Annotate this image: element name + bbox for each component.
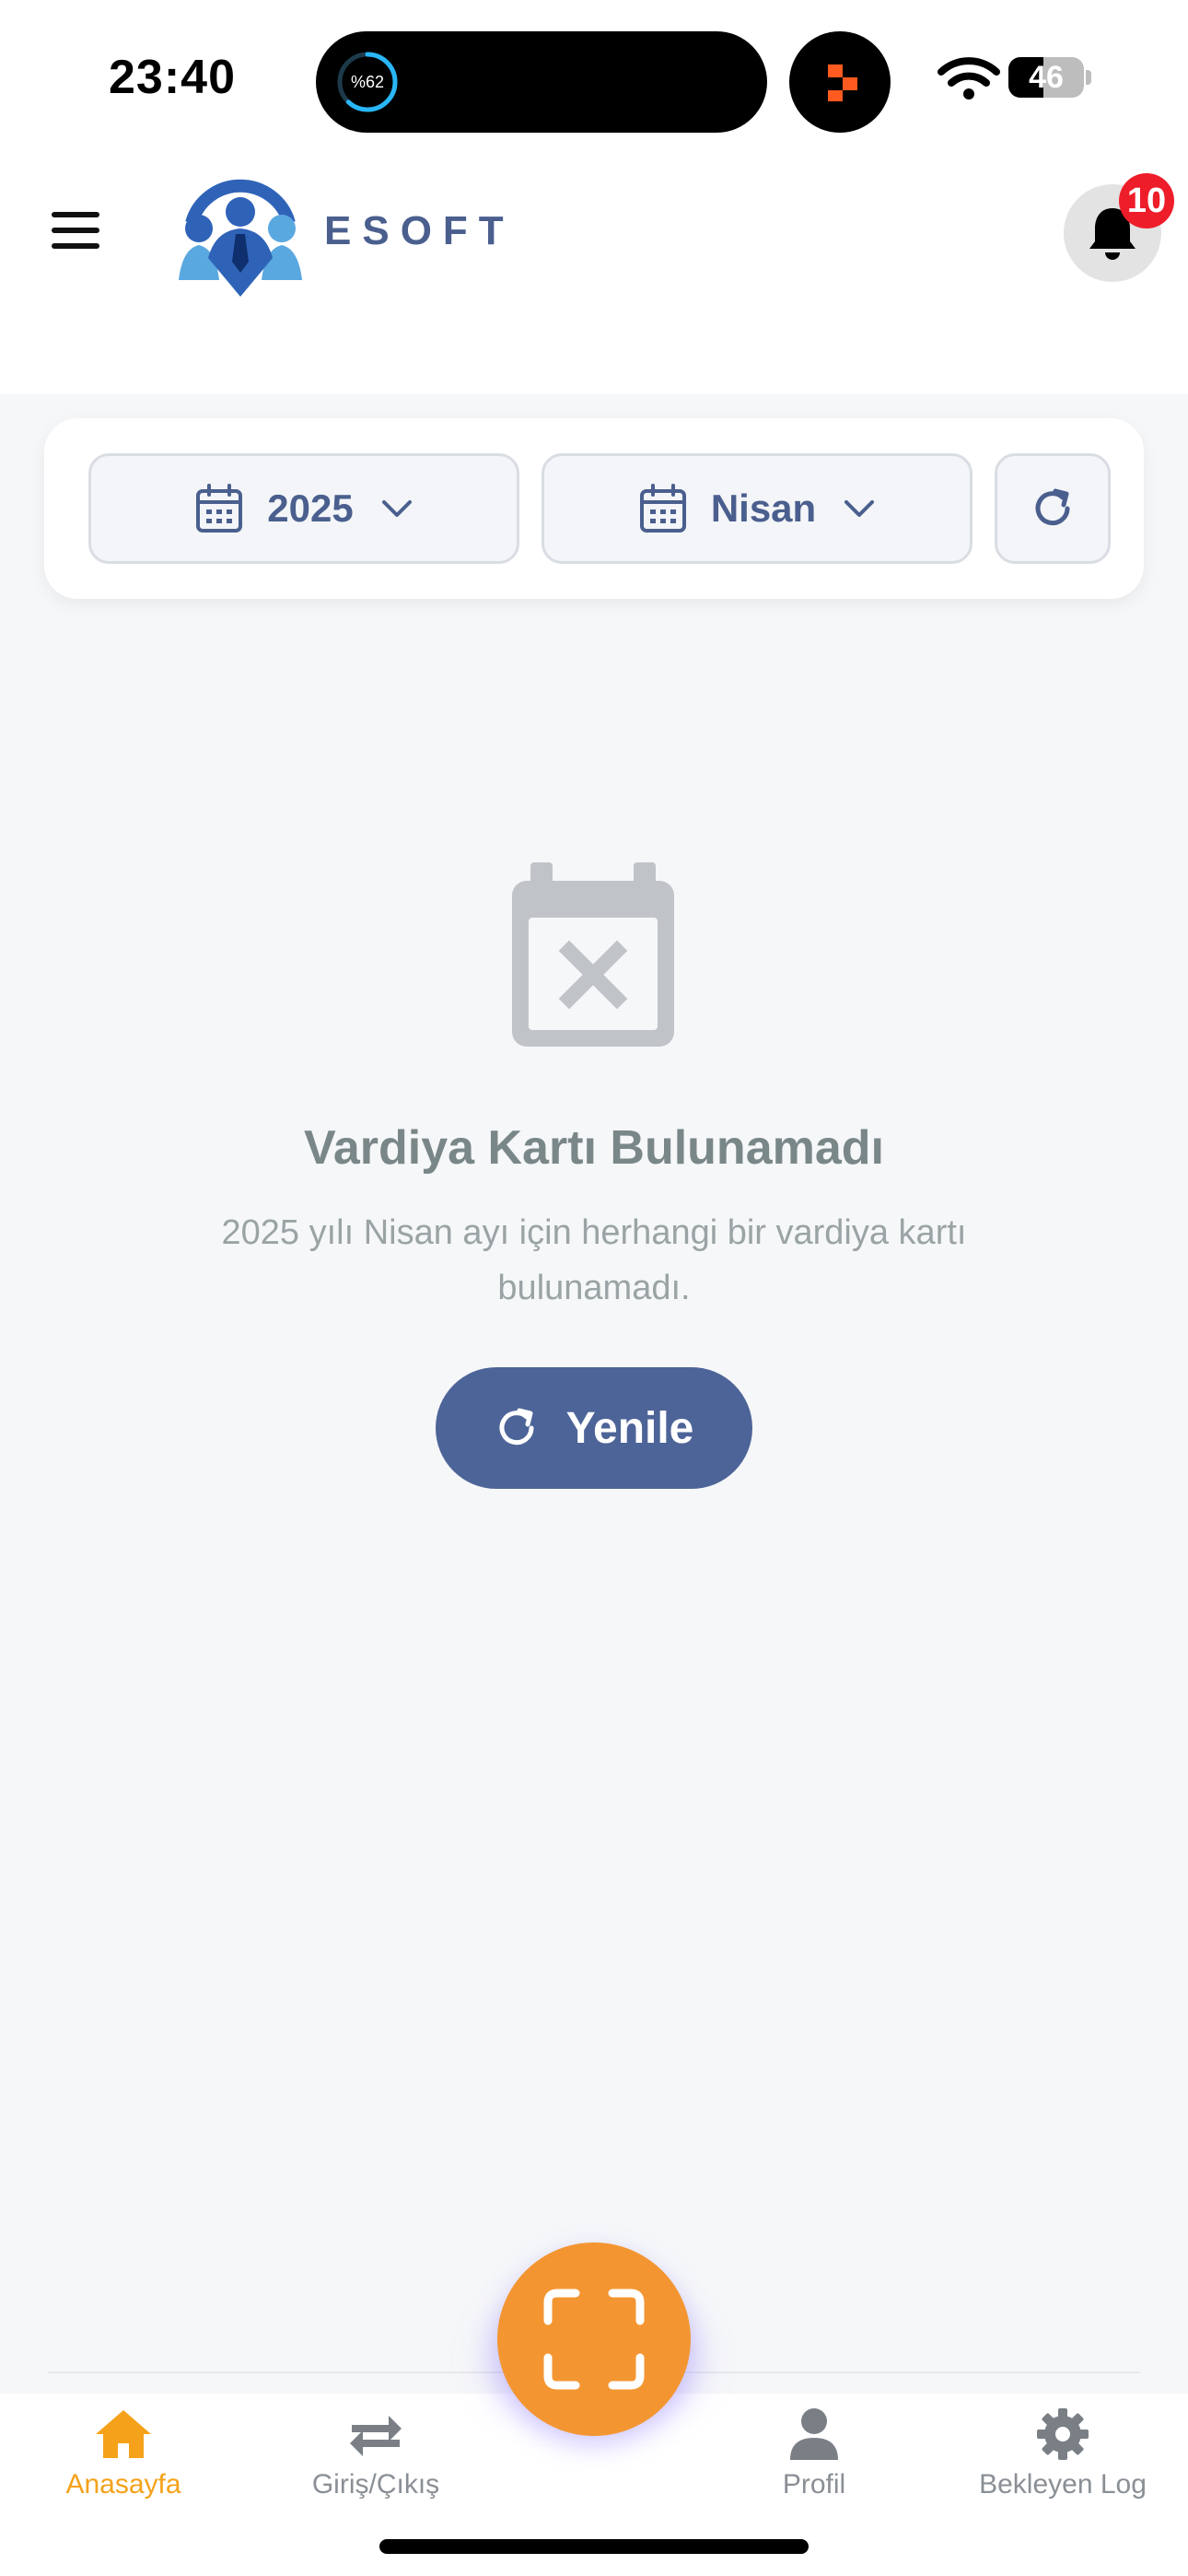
nav-label: Bekleyen Log bbox=[979, 2469, 1147, 2500]
app-screen: 23:40 %62 46 ESOFT 10 2025 Nisan Vardiya… bbox=[0, 0, 1188, 2576]
status-bar: 23:40 %62 46 bbox=[0, 0, 1188, 147]
refresh-icon bbox=[499, 1408, 534, 1446]
notification-count-badge: 10 bbox=[1119, 173, 1174, 228]
nav-item-check-in-out[interactable]: Giriş/Çıkış bbox=[256, 2394, 495, 2504]
app-header: ESOFT 10 bbox=[0, 147, 1188, 394]
retry-button[interactable]: Yenile bbox=[436, 1367, 752, 1489]
battery-icon: 46 bbox=[1008, 57, 1084, 98]
progress-ring-label: %62 bbox=[350, 73, 385, 91]
year-value: 2025 bbox=[267, 486, 354, 530]
month-selector[interactable]: Nisan bbox=[542, 453, 973, 564]
refresh-icon bbox=[1035, 488, 1070, 526]
battery-tip bbox=[1086, 70, 1091, 85]
user-icon bbox=[790, 2408, 838, 2460]
calendar-icon bbox=[639, 484, 686, 533]
nav-label: Giriş/Çıkış bbox=[311, 2469, 440, 2500]
calendar-icon bbox=[196, 484, 243, 533]
dynamic-island: %62 bbox=[316, 31, 767, 133]
nav-item-pending-log[interactable]: Bekleyen Log bbox=[943, 2394, 1182, 2504]
calendar-x-icon bbox=[512, 862, 674, 1047]
scan-icon bbox=[543, 2289, 645, 2390]
app-activity-icon bbox=[828, 64, 857, 101]
brand-name: ESOFT bbox=[324, 208, 515, 253]
gear-icon bbox=[1037, 2408, 1089, 2460]
filter-card: 2025 Nisan bbox=[44, 418, 1144, 599]
nav-label: Profil bbox=[782, 2469, 846, 2500]
empty-state-description: 2025 yılı Nisan ayı için herhangi bir va… bbox=[221, 1213, 967, 1307]
nav-item-profile[interactable]: Profil bbox=[694, 2394, 934, 2504]
chevron-down-icon bbox=[381, 500, 412, 517]
live-activity-bubble bbox=[789, 31, 891, 133]
home-icon bbox=[96, 2410, 151, 2458]
swap-arrows-icon bbox=[350, 2416, 402, 2456]
battery-indicator: 46 bbox=[1008, 57, 1091, 98]
home-indicator bbox=[379, 2539, 809, 2554]
nav-item-home[interactable]: Anasayfa bbox=[4, 2394, 243, 2504]
status-time: 23:40 bbox=[109, 51, 236, 104]
chevron-down-icon bbox=[844, 500, 875, 517]
nav-label: Anasayfa bbox=[65, 2469, 181, 2500]
refresh-button[interactable] bbox=[995, 453, 1111, 564]
battery-level: 46 bbox=[1029, 60, 1064, 95]
esoft-logo-icon bbox=[179, 179, 302, 297]
hamburger-menu-icon[interactable] bbox=[52, 212, 99, 249]
year-selector[interactable]: 2025 bbox=[88, 453, 519, 564]
empty-state-title: Vardiya Kartı Bulunamadı bbox=[304, 1121, 884, 1175]
retry-button-label: Yenile bbox=[565, 1403, 694, 1453]
month-value: Nisan bbox=[710, 486, 817, 530]
scan-button[interactable] bbox=[497, 2242, 691, 2436]
wifi-icon bbox=[938, 57, 1000, 100]
